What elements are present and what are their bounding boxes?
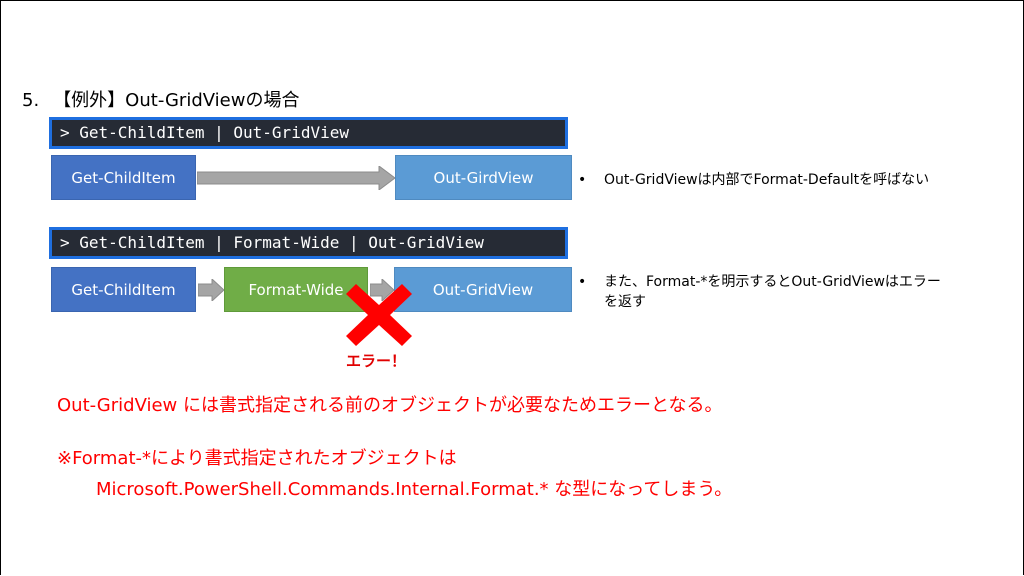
- note-1: • Out-GridViewは内部でFormat-Defaultを呼ばない: [578, 170, 1018, 190]
- out-gridview-box-1: Out-GirdView: [395, 155, 572, 200]
- section-heading: 5. 【例外】Out-GridViewの場合: [22, 86, 299, 112]
- bullet-2: •: [578, 274, 587, 290]
- right-arrow-icon: [197, 166, 395, 190]
- red-x-cross-icon: [346, 284, 412, 346]
- note-2-line2: を返す: [604, 294, 646, 310]
- bullet-1: •: [578, 172, 587, 188]
- out-gridview-box-2: Out-GridView: [394, 267, 572, 312]
- explanation-line-1: Out-GridView には書式指定される前のオブジェクトが必要なためエラーと…: [57, 395, 723, 416]
- command-line-1: > Get-ChildItem | Out-GridView: [49, 117, 568, 149]
- get-childitem-box-1: Get-ChildItem: [51, 155, 196, 200]
- explanation-line-2: ※Format-*により書式指定されたオブジェクトは: [57, 448, 457, 469]
- explanation-line-3: Microsoft.PowerShell.Commands.Internal.F…: [96, 479, 733, 500]
- section-title: 【例外】Out-GridViewの場合: [53, 90, 300, 111]
- right-arrow-icon: [198, 279, 224, 301]
- section-number: 5.: [22, 90, 40, 111]
- note-1-text: Out-GridViewは内部でFormat-Defaultを呼ばない: [604, 172, 930, 188]
- error-label: エラー！: [346, 352, 407, 370]
- note-2-line1: また、Format-*を明示するとOut-GridViewはエラー: [604, 274, 941, 290]
- note-2: • また、Format-*を明示するとOut-GridViewはエラー を返す: [578, 272, 1018, 312]
- command-line-2: > Get-ChildItem | Format-Wide | Out-Grid…: [49, 227, 568, 259]
- get-childitem-box-2: Get-ChildItem: [51, 267, 196, 312]
